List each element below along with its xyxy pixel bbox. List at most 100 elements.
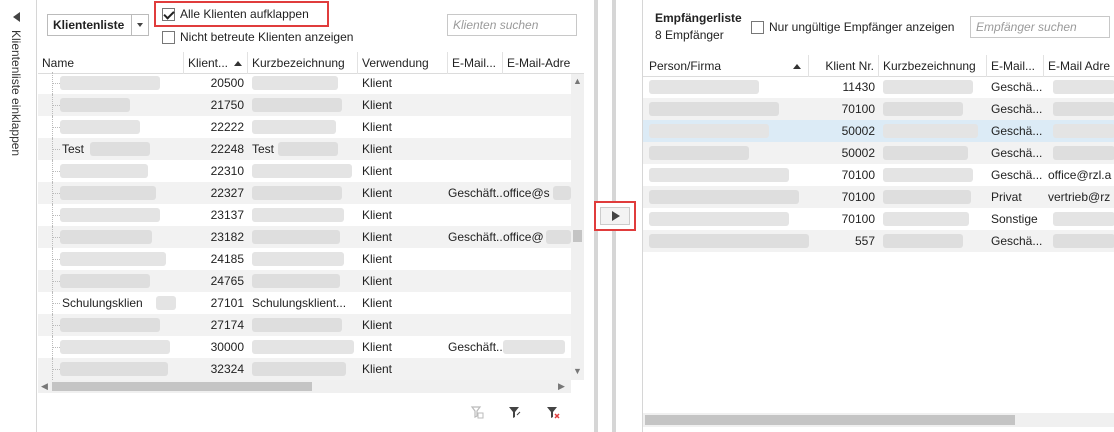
redacted-name <box>60 186 156 200</box>
table-row[interactable]: Test 22248 Test Klient <box>38 138 571 160</box>
table-row[interactable]: 70100 Privat vertrieb@rz <box>643 186 1114 208</box>
only-invalid-label: Nur ungültige Empfänger anzeigen <box>769 20 955 34</box>
tree-connector <box>52 347 60 348</box>
redacted-short-name <box>252 76 338 90</box>
redacted-person <box>649 212 789 226</box>
expand-all-label: Alle Klienten aufklappen <box>180 7 309 21</box>
collapse-arrow-icon[interactable] <box>13 12 20 22</box>
redacted-short-name <box>252 230 340 244</box>
tree-connector <box>52 369 60 370</box>
table-row[interactable]: 22310 Klient <box>38 160 571 182</box>
col-client-nr[interactable]: Klient... <box>184 52 248 74</box>
recipient-table-hscroll[interactable] <box>643 413 1114 427</box>
col-usage[interactable]: Verwendung <box>358 52 448 74</box>
table-row[interactable]: 50002 Geschä... <box>643 120 1114 142</box>
add-to-recipients-button[interactable] <box>594 201 636 231</box>
table-row[interactable]: 70100 Sonstige <box>643 208 1114 230</box>
table-row[interactable]: 30000 Klient Geschäft... <box>38 336 571 358</box>
checkbox-icon[interactable] <box>162 30 175 44</box>
client-table-hscroll[interactable]: ◀ ▶ <box>38 380 571 393</box>
redacted-name <box>60 274 150 288</box>
col-email-type[interactable]: E-Mail... <box>448 52 503 74</box>
table-row[interactable]: 23137 Klient <box>38 204 571 226</box>
email-type <box>448 204 502 226</box>
expand-all-checkbox[interactable]: Alle Klienten aufklappen <box>162 5 309 23</box>
filter-icon[interactable] <box>508 405 522 419</box>
table-row[interactable]: 22222 Klient <box>38 116 571 138</box>
table-row[interactable]: 27174 Klient <box>38 314 571 336</box>
collapse-client-list-rail[interactable]: Klientenliste einklappen <box>0 0 37 432</box>
col-person-company[interactable]: Person/Firma <box>643 55 809 77</box>
client-table-vscroll[interactable]: ▲ ▼ <box>571 74 584 380</box>
table-row[interactable]: 70100 Geschä... office@rzl.a <box>643 164 1114 186</box>
table-row[interactable]: Schulungsklient 27101 Schulungsklient... Kl… <box>38 292 571 314</box>
tree-connector <box>52 237 60 238</box>
col-email-address[interactable]: E-Mail-Adre <box>503 52 584 74</box>
recipient-email-type: Geschä... <box>991 168 1043 182</box>
table-row[interactable]: 32324 Klient <box>38 358 571 380</box>
col-name[interactable]: Name <box>38 52 184 74</box>
scroll-right-icon[interactable]: ▶ <box>558 381 565 392</box>
client-search-input[interactable]: Klienten suchen <box>447 14 577 36</box>
client-number: 32324 <box>210 362 244 376</box>
recipient-client-number: 50002 <box>841 124 875 138</box>
col-recipient-short-name[interactable]: Kurzbezeichnung <box>879 55 987 77</box>
table-row[interactable]: 24185 Klient <box>38 248 571 270</box>
table-row[interactable]: 20500 Klient <box>38 72 571 94</box>
client-usage: Klient <box>362 186 393 200</box>
col-recipient-email-address[interactable]: E-Mail Adre <box>1044 55 1114 77</box>
hscroll-thumb[interactable] <box>645 415 1015 425</box>
client-table-header: Name Klient... Kurzbezeichnung Verwendun… <box>38 52 584 74</box>
email-address <box>503 292 563 314</box>
redacted-person <box>649 234 809 248</box>
col-recipient-email-type[interactable]: E-Mail... <box>987 55 1044 77</box>
client-usage: Klient <box>362 98 393 112</box>
email-type <box>448 248 502 270</box>
table-row[interactable]: 23182 Klient Geschäft... office@ <box>38 226 571 248</box>
table-row[interactable]: 11430 Geschä... <box>643 76 1114 98</box>
col-short-name[interactable]: Kurzbezeichnung <box>248 52 358 74</box>
recipient-search-input[interactable]: Empfänger suchen <box>970 16 1110 38</box>
table-row[interactable]: 557 Geschä... <box>643 230 1114 252</box>
checkbox-checked-icon[interactable] <box>162 7 175 21</box>
hscroll-thumb[interactable] <box>52 382 312 391</box>
redacted-short-name <box>252 208 344 222</box>
redacted-short-name <box>883 146 968 160</box>
client-usage: Klient <box>362 318 393 332</box>
recipient-table-header: Person/Firma Klient Nr. Kurzbezeichnung … <box>643 55 1114 77</box>
filter-clear-icon[interactable] <box>470 405 484 419</box>
only-invalid-checkbox[interactable]: Nur ungültige Empfänger anzeigen <box>751 18 954 36</box>
show-unattended-checkbox[interactable]: Nicht betreute Klienten anzeigen <box>162 28 353 46</box>
client-number: 22222 <box>210 120 244 134</box>
table-row[interactable]: 22327 Klient Geschäft... office@s <box>38 182 571 204</box>
redacted-email <box>1053 146 1114 160</box>
table-row[interactable]: 70100 Geschä... <box>643 98 1114 120</box>
recipient-email-type: Sonstige <box>991 212 1038 226</box>
filter-remove-icon[interactable] <box>546 405 560 419</box>
redacted-short-name <box>252 274 340 288</box>
scroll-down-icon[interactable]: ▼ <box>573 366 582 376</box>
table-row[interactable]: 50002 Geschä... <box>643 142 1114 164</box>
client-number: 20500 <box>210 76 244 90</box>
recipient-client-number: 70100 <box>841 102 875 116</box>
recipient-table-body: 11430 Geschä... 70100 Geschä... 50002 Geschä.… <box>643 76 1114 256</box>
chevron-down-icon[interactable] <box>131 15 148 35</box>
table-row[interactable]: 21750 Klient <box>38 94 571 116</box>
list-type-select[interactable]: Klientenliste <box>47 14 149 36</box>
table-row[interactable]: 24765 Klient <box>38 270 571 292</box>
redacted-email <box>1053 212 1114 226</box>
client-usage: Klient <box>362 362 393 376</box>
vscroll-thumb[interactable] <box>573 230 582 242</box>
redacted-name <box>156 296 176 310</box>
redacted-email <box>553 186 571 200</box>
col-recipient-client-nr[interactable]: Klient Nr. <box>809 55 879 77</box>
redacted-short-name <box>252 120 336 134</box>
scroll-left-icon[interactable]: ◀ <box>41 381 48 392</box>
client-short-name: Schulungsklient... <box>252 296 347 310</box>
recipient-email-type: Geschä... <box>991 102 1043 116</box>
scroll-up-icon[interactable]: ▲ <box>573 76 582 86</box>
email-type <box>448 292 502 314</box>
redacted-person <box>649 80 759 94</box>
redacted-name <box>60 98 130 112</box>
checkbox-icon[interactable] <box>751 20 764 34</box>
